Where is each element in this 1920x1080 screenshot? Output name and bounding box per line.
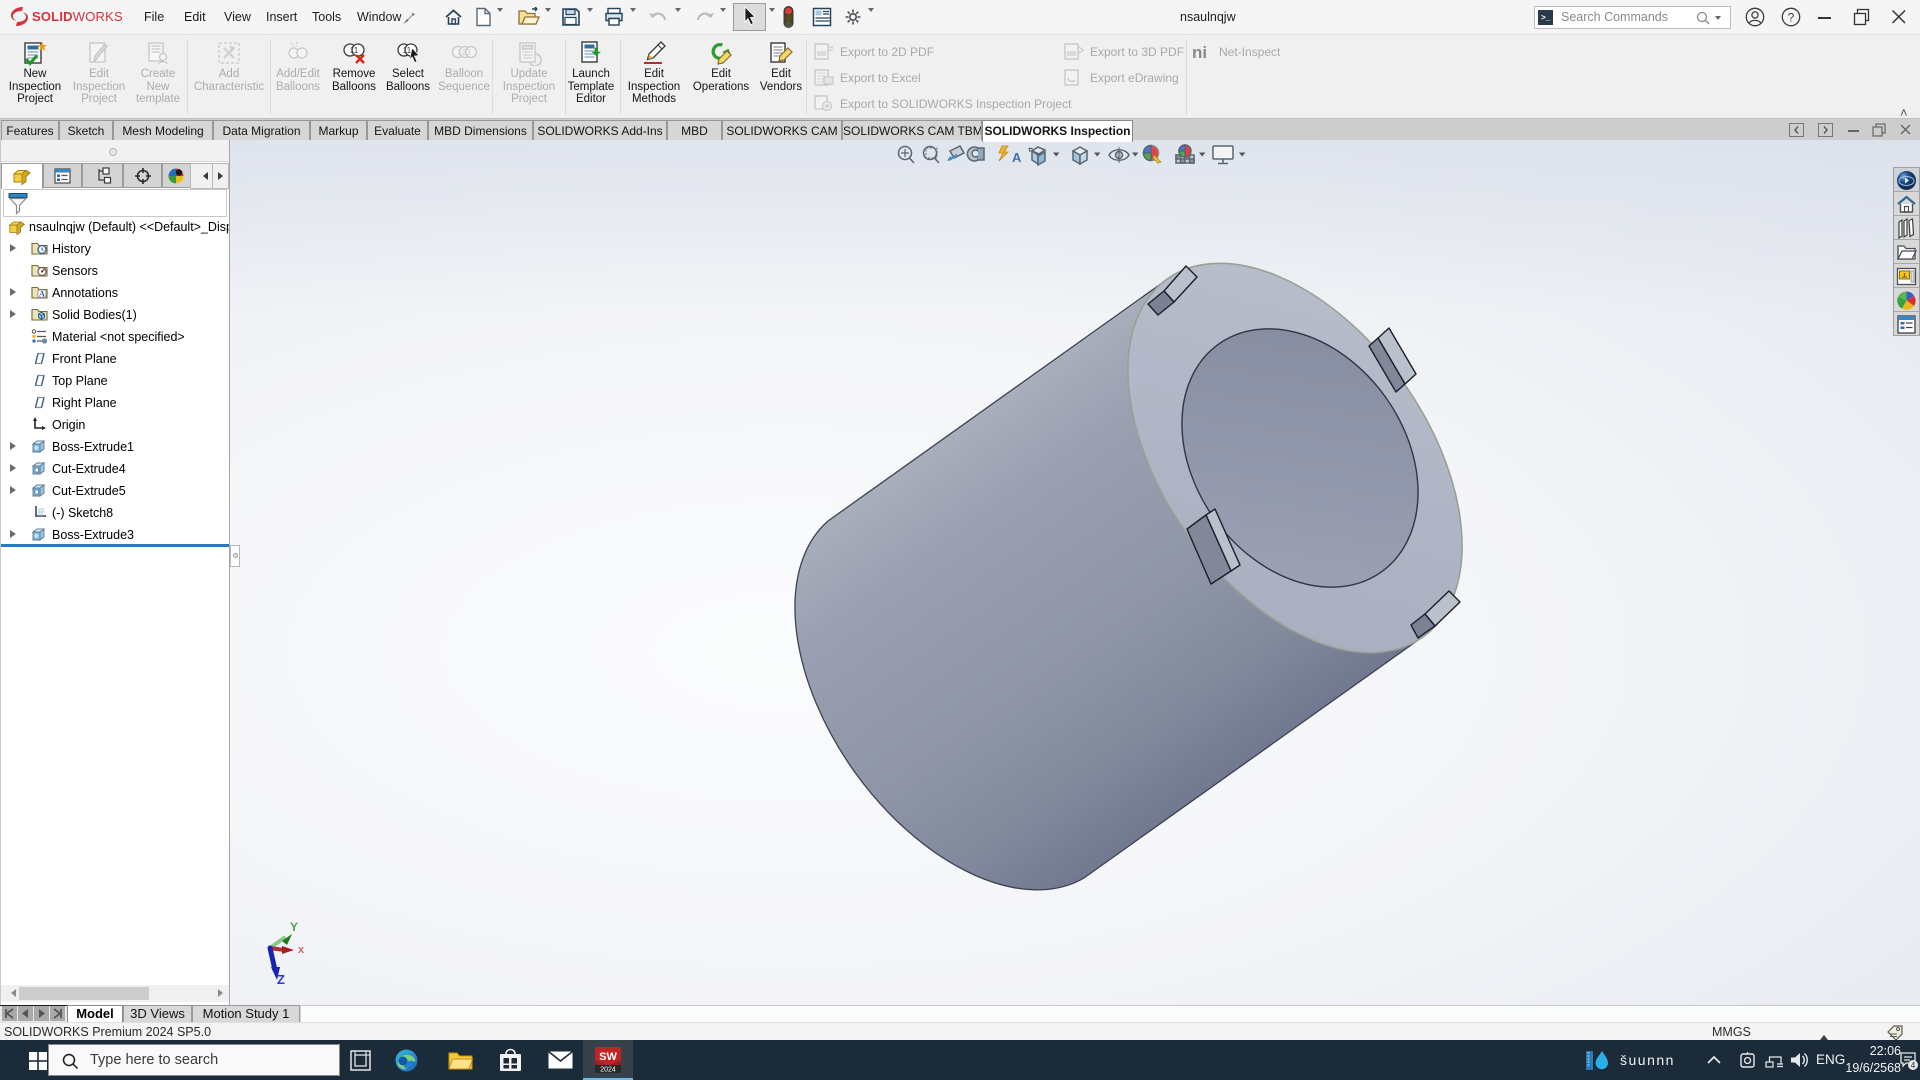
svg-text:11: 11 [403, 46, 412, 55]
svg-text:x: x [298, 944, 305, 956]
svg-text:SOLIDWORKS: SOLIDWORKS [32, 9, 123, 24]
svg-text:2024: 2024 [600, 1067, 616, 1074]
svg-text:Z: Z [277, 972, 285, 987]
svg-text:123: 123 [457, 48, 471, 57]
svg-text:11: 11 [350, 46, 359, 55]
svg-text:A: A [39, 289, 46, 299]
svg-text:4: 4 [1911, 1060, 1916, 1070]
svg-text:?: ? [1788, 11, 1795, 25]
svg-text:A: A [1012, 150, 1022, 165]
svg-text:Y: Y [290, 920, 298, 934]
svg-text:SW: SW [599, 1051, 617, 1063]
